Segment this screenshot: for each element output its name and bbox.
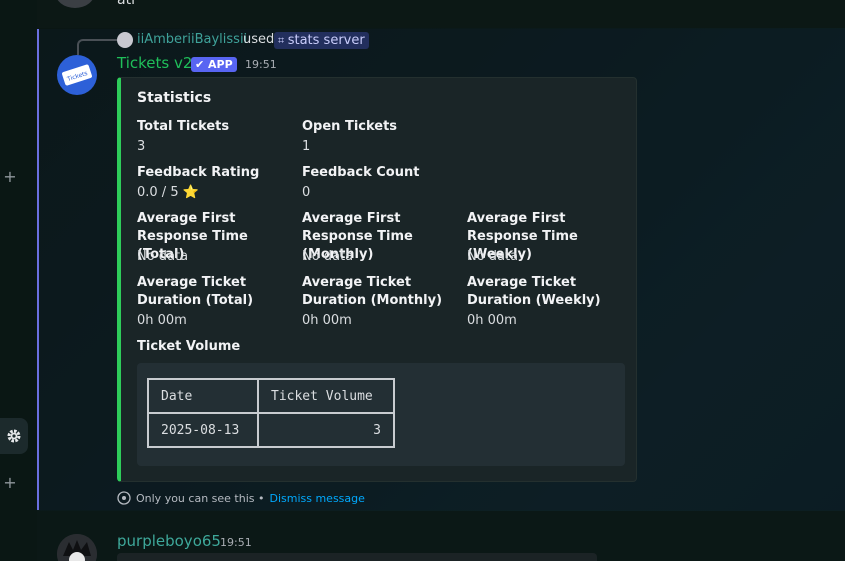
previous-message bbox=[37, 0, 845, 28]
previous-message-text: ati bbox=[117, 0, 135, 8]
ticket-volume-table: Date Ticket Volume 2025-08-13 3 bbox=[147, 378, 395, 448]
table-cell: 2025-08-13 bbox=[147, 412, 259, 448]
ticket-icon: Tickets bbox=[62, 64, 92, 86]
field-value: No data bbox=[137, 249, 189, 264]
embed-title: Statistics bbox=[137, 90, 212, 106]
reply-username[interactable]: iiAmberiiBaylissii bbox=[137, 32, 247, 47]
ephemeral-notice: Only you can see this • Dismiss message bbox=[117, 491, 365, 505]
table-header: Ticket Volume bbox=[257, 378, 395, 414]
field-value: 0h 00m bbox=[137, 313, 187, 328]
command-mention[interactable]: ⌗ stats server bbox=[274, 32, 369, 49]
field-name: Open Tickets bbox=[302, 119, 398, 134]
code-block: Date Ticket Volume 2025-08-13 3 bbox=[137, 363, 625, 466]
reply-connector bbox=[77, 39, 117, 55]
add-icon[interactable]: + bbox=[2, 475, 18, 491]
slash-command-icon: ⌗ bbox=[278, 34, 288, 47]
stats-embed: Statistics Total Tickets 3 Open Tickets … bbox=[117, 77, 637, 482]
gear-icon bbox=[7, 429, 21, 443]
app-badge-label: APP bbox=[208, 58, 233, 71]
dismiss-message-link[interactable]: Dismiss message bbox=[269, 492, 364, 505]
message-timestamp[interactable]: 19:51 bbox=[245, 58, 277, 71]
field-value: 1 bbox=[302, 139, 311, 154]
reply-avatar[interactable] bbox=[117, 32, 133, 48]
command-name: stats server bbox=[287, 33, 365, 48]
table-header: Date bbox=[147, 378, 259, 414]
reply-used-label: used bbox=[243, 32, 275, 47]
field-value: 0h 00m bbox=[302, 313, 352, 328]
field-name: Feedback Rating bbox=[137, 165, 260, 180]
field-name: Average Ticket Duration (Total) bbox=[137, 275, 254, 308]
field-value: 0.0 / 5 ⭐ bbox=[137, 185, 199, 200]
field-name: Total Tickets bbox=[137, 119, 230, 134]
add-icon[interactable]: + bbox=[2, 169, 18, 185]
field-name: Average Ticket Duration (Weekly) bbox=[467, 275, 601, 308]
field-name: Ticket Volume bbox=[137, 339, 241, 354]
check-icon: ✔ bbox=[195, 58, 209, 71]
eye-icon bbox=[117, 491, 131, 505]
app-badge: ✔ APP bbox=[191, 57, 237, 72]
field-value: 0 bbox=[302, 185, 311, 200]
next-embed bbox=[117, 553, 597, 561]
field-name: Feedback Count bbox=[302, 165, 420, 180]
settings-button[interactable] bbox=[0, 418, 28, 454]
table-cell: 3 bbox=[257, 412, 395, 448]
bot-username[interactable]: Tickets v2 bbox=[117, 54, 192, 72]
field-value: 3 bbox=[137, 139, 146, 154]
field-name: Average Ticket Duration (Monthly) bbox=[302, 275, 443, 308]
field-value: No data bbox=[302, 249, 354, 264]
bot-avatar[interactable]: Tickets bbox=[57, 55, 97, 95]
field-value: No data bbox=[467, 249, 519, 264]
table-header-row: Date Ticket Volume bbox=[147, 378, 395, 414]
field-value: 0h 00m bbox=[467, 313, 517, 328]
ephemeral-text: Only you can see this • bbox=[136, 491, 265, 505]
message-timestamp[interactable]: 19:51 bbox=[220, 536, 252, 549]
table-row: 2025-08-13 3 bbox=[147, 412, 395, 448]
next-username[interactable]: purpleboyo65 bbox=[117, 532, 221, 550]
